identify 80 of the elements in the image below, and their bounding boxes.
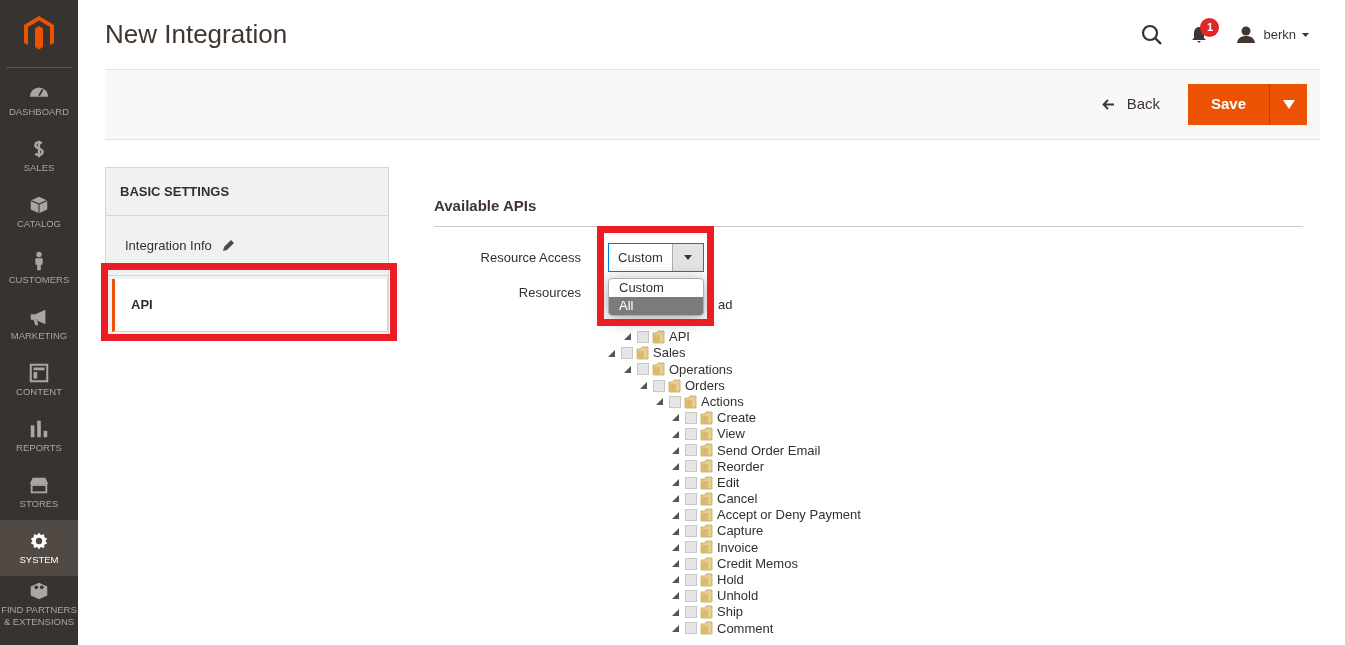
folder-icon [636, 346, 649, 361]
pencil-icon [221, 239, 235, 252]
checkbox[interactable] [685, 444, 697, 457]
folder-icon [700, 427, 713, 442]
folder-icon [700, 475, 713, 490]
folder-icon [700, 410, 713, 425]
checkbox[interactable] [685, 492, 697, 505]
settings-tab[interactable]: Integration Info [105, 216, 389, 276]
checkbox[interactable] [685, 541, 697, 554]
folder-icon [684, 394, 697, 409]
user-icon [1237, 26, 1256, 43]
settings-tab[interactable]: API [112, 279, 388, 332]
folder-icon [652, 362, 665, 377]
checkbox[interactable] [685, 509, 697, 522]
box-icon [28, 194, 50, 216]
folder-icon [700, 556, 713, 571]
caret-icon [684, 255, 692, 260]
nav-item[interactable]: SALES [0, 128, 78, 184]
page-title: New Integration [105, 18, 289, 51]
block-icon [28, 580, 50, 602]
arrow-left-icon [1101, 99, 1115, 110]
nav-item[interactable]: STORES [0, 464, 78, 520]
checkbox[interactable] [653, 379, 665, 392]
search-icon[interactable] [1141, 23, 1164, 46]
folder-icon [700, 443, 713, 458]
checkbox[interactable] [685, 557, 697, 570]
folder-icon [700, 491, 713, 506]
field-label: Resources [517, 283, 581, 302]
folder-icon [700, 524, 713, 539]
checkbox[interactable] [685, 525, 697, 538]
layout-icon [28, 362, 50, 384]
folder-icon [700, 605, 713, 620]
nav-item[interactable]: DASHBOARD [0, 72, 78, 128]
checkbox[interactable] [637, 363, 649, 376]
bar-chart-icon [28, 418, 50, 440]
notification-badge: 1 [1200, 17, 1220, 37]
expand-icon[interactable] [640, 382, 647, 390]
folder-icon [652, 329, 665, 344]
dropdown-option[interactable]: Custom [609, 279, 703, 297]
checkbox[interactable] [685, 476, 697, 489]
dropdown-option[interactable]: All [609, 297, 703, 315]
checkbox[interactable] [685, 428, 697, 441]
expand-icon[interactable] [608, 349, 615, 357]
nav-item[interactable]: FIND PARTNERS & EXTENSIONS [0, 576, 78, 632]
folder-icon [700, 588, 713, 603]
user-menu[interactable]: berkn [1263, 24, 1309, 45]
checkbox[interactable] [685, 573, 697, 586]
tree-label[interactable]: ad [718, 294, 733, 315]
nav-item[interactable]: REPORTS [0, 408, 78, 464]
back-button[interactable]: Back [1101, 93, 1160, 116]
nav-item[interactable]: SYSTEM [0, 520, 78, 576]
checkbox[interactable] [685, 606, 697, 619]
expand-icon[interactable] [624, 365, 631, 373]
folder-icon [700, 540, 713, 555]
folder-icon [700, 621, 713, 636]
checkbox[interactable] [685, 411, 697, 424]
checkbox[interactable] [621, 347, 633, 360]
checkbox[interactable] [685, 622, 697, 635]
logo-icon[interactable] [24, 15, 54, 52]
checkbox[interactable] [669, 395, 681, 408]
expand-icon[interactable] [624, 333, 631, 341]
section-title: Available APIs [434, 195, 1303, 227]
folder-icon [700, 508, 713, 523]
caret-icon [1282, 100, 1295, 109]
nav-item[interactable]: CATALOG [0, 184, 78, 240]
settings-heading: BASIC SETTINGS [105, 167, 389, 216]
expand-icon[interactable] [656, 398, 663, 406]
checkbox[interactable] [637, 330, 649, 343]
settings-icon [28, 530, 50, 552]
folder-icon [668, 378, 681, 393]
field-label: Resource Access [479, 248, 581, 267]
folder-icon [700, 572, 713, 587]
checkbox[interactable] [685, 460, 697, 473]
checkbox[interactable] [685, 589, 697, 602]
caret-icon [1302, 32, 1309, 37]
nav-item[interactable]: CUSTOMERS [0, 240, 78, 296]
nav-item[interactable]: CONTENT [0, 352, 78, 408]
resource-access-select[interactable]: Custom [608, 243, 704, 272]
folder-icon [700, 459, 713, 474]
nav-item[interactable]: MARKETING [0, 296, 78, 352]
